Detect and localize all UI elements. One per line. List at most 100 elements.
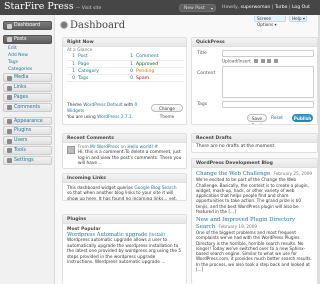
admin-header: StarFire Press — Visit site New Post ▾ Ho…: [0, 0, 320, 15]
media-icon: [6, 75, 12, 81]
links-icon: [6, 85, 12, 91]
sidebar-item-appearance[interactable]: Appearance: [3, 116, 52, 126]
tags-input[interactable]: [222, 101, 314, 108]
chevron-down-icon[interactable]: ▾: [211, 5, 213, 12]
sidebar-item-media[interactable]: Media: [3, 73, 52, 83]
sidebar-subitem-categories[interactable]: Categories: [3, 66, 54, 73]
content-row-pages[interactable]: 1 Page: [67, 62, 127, 68]
sidebar-item-label: Tools: [14, 147, 26, 153]
sidebar-item-pages[interactable]: Pages: [3, 92, 52, 102]
video-upload-icon[interactable]: [260, 59, 265, 63]
widget-title[interactable]: Recent Drafts: [192, 134, 317, 143]
dashboard-icon: [60, 21, 68, 29]
quickpress-widget: QuickPress Title Upload/Insert Content T…: [191, 37, 318, 125]
plugins-icon: [6, 128, 12, 134]
reset-button[interactable]: Reset: [270, 114, 284, 122]
site-title[interactable]: StarFire Press — Visit site: [4, 1, 101, 12]
version-link[interactable]: WordPress 2.7.1.: [97, 115, 133, 120]
content-textarea[interactable]: [222, 66, 314, 98]
sidebar-subitem-edit[interactable]: Edit: [3, 45, 54, 52]
sidebar-item-label: Posts: [14, 36, 27, 42]
widgets-link[interactable]: Widgets: [67, 109, 84, 114]
at-a-glance-label: At a Glance: [67, 48, 93, 53]
appearance-icon: [6, 119, 12, 125]
sidebar-item-label: Dashboard: [14, 23, 41, 28]
install-link[interactable]: (Install): [149, 233, 165, 238]
change-theme-button[interactable]: Change Theme: [151, 104, 183, 119]
discussion-row-approved[interactable]: 1 Approved: [125, 62, 185, 68]
site-title-text[interactable]: StarFire Press: [4, 1, 74, 12]
screen-options-tab[interactable]: Screen Options ▾: [254, 16, 286, 27]
audio-upload-icon[interactable]: [267, 59, 272, 63]
content-row-posts[interactable]: 1 Post: [67, 54, 127, 60]
sidebar-item-settings[interactable]: Settings: [3, 155, 52, 165]
save-draft-button[interactable]: Save Draft: [247, 114, 267, 124]
admin-sidebar: Dashboard Posts Edit Add New Tags Catego…: [0, 15, 55, 284]
incoming-links-text: This dashboard widget queries Google Blo…: [67, 186, 178, 201]
widgets-link[interactable]: 0: [135, 103, 138, 108]
discussion-row-pending[interactable]: 0 Pending: [125, 69, 185, 75]
sidebar-item-label: Comments: [14, 104, 41, 110]
content-label: Content: [197, 71, 216, 76]
no-drafts-text: There are no drafts at the moment: [196, 144, 275, 149]
greeting-text: Howdy,: [222, 4, 240, 10]
widget-title[interactable]: Recent Comments: [63, 134, 186, 143]
sidebar-item-label: Links: [14, 85, 27, 91]
pages-icon: [6, 95, 12, 101]
sidebar-item-comments[interactable]: Comments: [3, 102, 52, 112]
publish-button[interactable]: Publish: [292, 114, 313, 122]
blog-post-excerpt: One of the biggest problems and most fre…: [196, 229, 312, 273]
incoming-links-widget: Incoming Links This dashboard widget que…: [62, 173, 187, 201]
image-upload-icon[interactable]: [253, 59, 258, 63]
plugins-widget: Plugins Most Popular Wordpress Automatic…: [62, 214, 187, 284]
page-title: Dashboard: [70, 20, 126, 31]
visit-site-link[interactable]: — Visit site: [76, 6, 102, 11]
content-row-tags[interactable]: 0 Tags: [67, 76, 127, 82]
sidebar-item-tools[interactable]: Tools: [3, 145, 52, 155]
plugin-name-link[interactable]: Wordpress Automatic upgrade: [67, 232, 147, 238]
recent-drafts-widget: Recent Drafts There are no drafts at the…: [191, 133, 318, 153]
settings-icon: [6, 158, 12, 164]
widget-title[interactable]: QuickPress: [192, 38, 317, 47]
separator: |: [288, 4, 291, 10]
theme-note: Theme WordPress Default with 0 Widgets: [67, 103, 138, 114]
comment-excerpt: Hi, this is a comment.To delete a commen…: [78, 150, 182, 166]
new-post-label: New Post: [184, 5, 205, 11]
new-post-button[interactable]: New Post ▾: [179, 3, 216, 12]
sidebar-item-posts[interactable]: Posts: [3, 34, 52, 44]
help-tab[interactable]: Help ▾: [289, 16, 307, 22]
sidebar-item-links[interactable]: Links: [3, 83, 52, 92]
title-input[interactable]: [222, 50, 314, 57]
recent-comments-widget: Recent Comments From Mr WordPress on Hel…: [62, 133, 187, 169]
widget-title[interactable]: Incoming Links: [63, 174, 186, 183]
sidebar-subitem-add-new[interactable]: Add New: [3, 52, 54, 59]
widget-title[interactable]: WordPress Development Blog: [192, 159, 317, 168]
widget-title[interactable]: Plugins: [63, 215, 186, 224]
discussion-row-comments[interactable]: 1 Comment: [125, 54, 185, 60]
posts-icon: [6, 37, 12, 43]
sidebar-item-plugins[interactable]: Plugins: [3, 126, 52, 136]
theme-link[interactable]: WordPress Default: [83, 103, 122, 108]
sidebar-subitem-tags[interactable]: Tags: [3, 59, 54, 66]
upload-insert: Upload/Insert: [222, 59, 279, 65]
sidebar-item-label: Settings: [14, 157, 34, 163]
user-info: Howdy, superwoman | Turbo | Log Out: [222, 5, 310, 10]
blog-post-title-link[interactable]: Change the Web Challenge: [196, 171, 270, 177]
widget-title[interactable]: Right Now: [63, 38, 186, 47]
dashboard-icon: [6, 23, 12, 29]
logout-link[interactable]: Log Out: [292, 5, 310, 10]
avatar: [67, 146, 75, 154]
tags-label: Tags: [197, 102, 208, 107]
sidebar-item-dashboard[interactable]: Dashboard: [3, 21, 52, 30]
username-link[interactable]: superwoman: [241, 5, 271, 10]
title-label: Title: [197, 51, 207, 56]
discussion-row-spam[interactable]: 0 Spam: [125, 76, 185, 82]
content-row-categories[interactable]: 1 Category: [67, 69, 127, 75]
blog-post-date: February 19, 2009: [218, 223, 258, 229]
turbo-link[interactable]: Turbo: [275, 5, 288, 10]
sidebar-item-users[interactable]: Users: [3, 136, 52, 145]
comments-icon: [6, 105, 12, 111]
blog-post-excerpt: We're excited to be part of the Change t…: [196, 177, 309, 215]
media-upload-icon[interactable]: [274, 59, 279, 63]
users-icon: [6, 138, 12, 144]
